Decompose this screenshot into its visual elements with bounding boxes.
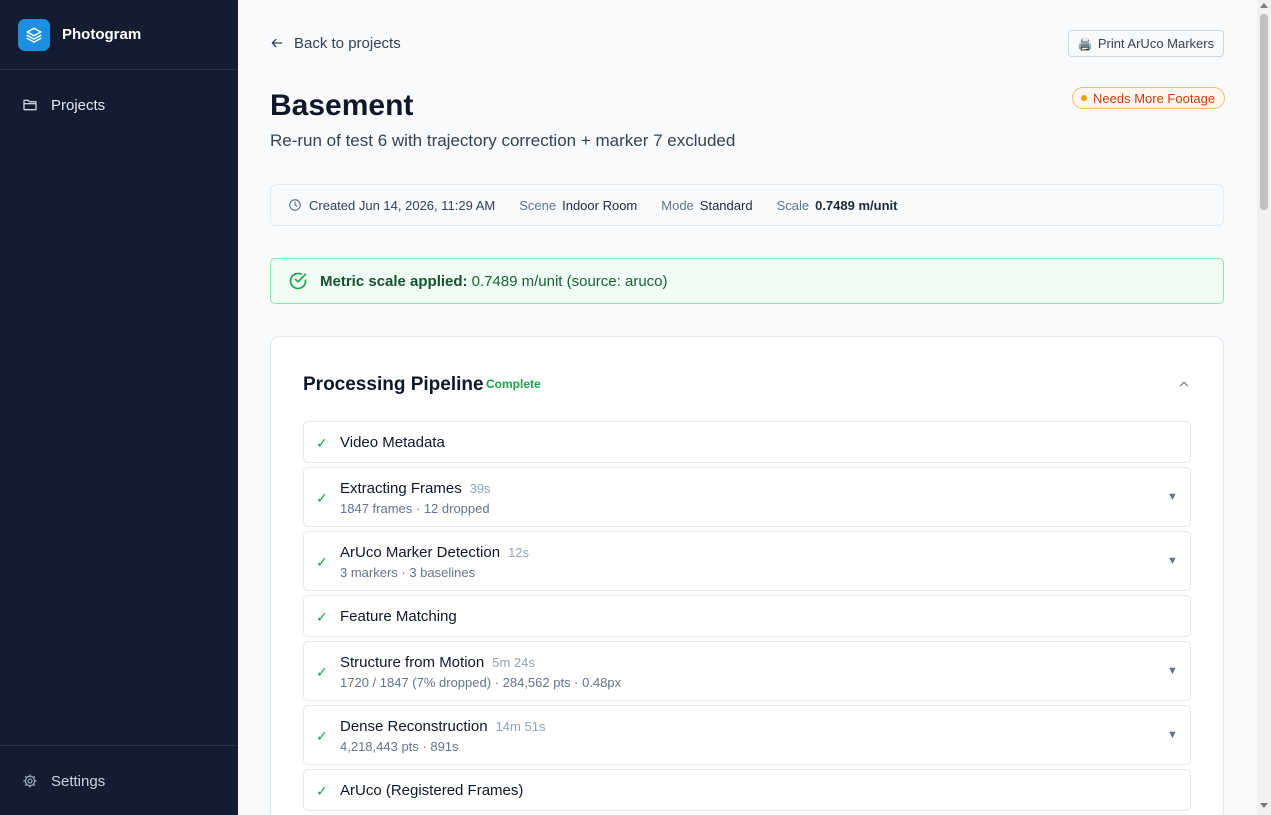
step-duration: 12s	[508, 545, 530, 560]
gear-icon	[23, 774, 37, 788]
status-dot-icon	[1081, 95, 1087, 101]
pipeline-step-feature-matching[interactable]: ✓ Feature Matching	[303, 595, 1191, 637]
brand[interactable]: Photogram	[0, 0, 238, 70]
layers-icon	[18, 18, 50, 51]
pipeline-title: Processing Pipeline	[303, 374, 484, 395]
check-icon: ✓	[316, 664, 328, 680]
step-name: Dense Reconstruction 14m 51s	[340, 718, 546, 735]
chevron-down-icon[interactable]: ▼	[1167, 491, 1178, 503]
chevron-down-icon[interactable]: ▼	[1167, 729, 1178, 741]
print-aruco-markers-button[interactable]: 🖨️ Print ArUco Markers	[1068, 30, 1224, 57]
printer-icon: 🖨️	[1077, 36, 1093, 51]
check-icon: ✓	[316, 728, 328, 744]
step-detail: 1847 frames · 12 dropped	[340, 501, 490, 516]
check-icon: ✓	[316, 554, 328, 570]
processing-pipeline-card: Processing Pipeline Complete ✓ Video Met…	[270, 336, 1224, 815]
sidebar-footer: Settings	[0, 745, 238, 815]
pipeline-step-video-metadata[interactable]: ✓ Video Metadata	[303, 421, 1191, 463]
scroll-thumb[interactable]	[1260, 14, 1268, 210]
pipeline-step-dense-reconstruction[interactable]: ✓ Dense Reconstruction 14m 51s 4,218,443 …	[303, 705, 1191, 765]
scroll-down-icon[interactable]	[1260, 803, 1268, 808]
step-name: Extracting Frames 39s	[340, 480, 491, 497]
step-detail: 3 markers · 3 baselines	[340, 565, 476, 580]
sidebar-item-settings[interactable]: Settings	[0, 764, 238, 798]
back-to-projects-link[interactable]: Back to projects	[270, 33, 401, 53]
meta-scene-value: Indoor Room	[562, 197, 638, 213]
check-icon: ✓	[316, 783, 328, 799]
status-badge-label: Needs More Footage	[1093, 90, 1216, 106]
app-name: Photogram	[62, 26, 142, 43]
back-link-label: Back to projects	[294, 34, 401, 52]
pipeline-step-aruco-registered-frames[interactable]: ✓ ArUco (Registered Frames)	[303, 769, 1191, 811]
clock-icon	[289, 199, 301, 211]
meta-scale-value: 0.7489 m/unit	[815, 197, 898, 213]
check-icon: ✓	[316, 609, 328, 625]
sidebar-item-label: Settings	[51, 772, 106, 790]
pipeline-step-extracting-frames[interactable]: ✓ Extracting Frames 39s 1847 frames · 12 …	[303, 467, 1191, 527]
sidebar: Photogram Projects Settings	[0, 0, 238, 815]
step-detail: 4,218,443 pts · 891s	[340, 739, 459, 754]
page-title: Basement	[270, 89, 414, 122]
step-duration: 39s	[469, 481, 491, 496]
check-icon: ✓	[316, 490, 328, 506]
step-name: Structure from Motion 5m 24s	[340, 654, 535, 671]
scroll-up-icon[interactable]	[1260, 3, 1268, 8]
sidebar-item-label: Projects	[51, 96, 106, 114]
meta-scene-label: Scene	[519, 197, 557, 213]
pipeline-step-structure-from-motion[interactable]: ✓ Structure from Motion 5m 24s 1720 / 184…	[303, 641, 1191, 701]
meta-scale-label: Scale	[776, 197, 810, 213]
scale-banner-text: 0.7489 m/unit (source: aruco)	[471, 272, 668, 290]
sidebar-item-projects[interactable]: Projects	[0, 88, 238, 122]
step-name: ArUco (Registered Frames)	[340, 782, 524, 799]
folder-icon	[23, 99, 37, 111]
chevron-up-icon[interactable]	[1177, 377, 1191, 391]
page-scrollbar[interactable]	[1257, 0, 1271, 815]
meta-mode-value: Standard	[699, 197, 753, 213]
main-content: Back to projects 🖨️ Print ArUco Markers …	[238, 0, 1257, 815]
step-detail: 1720 / 1847 (7% dropped) · 284,562 pts ·…	[340, 675, 622, 690]
step-duration: 14m 51s	[495, 719, 546, 734]
print-button-label: Print ArUco Markers	[1097, 36, 1215, 51]
chevron-down-icon[interactable]: ▼	[1167, 665, 1178, 677]
check-icon: ✓	[316, 435, 328, 451]
chevron-down-icon[interactable]: ▼	[1167, 555, 1178, 567]
check-circle-icon	[289, 272, 307, 290]
scale-banner-label: Metric scale applied:	[320, 272, 468, 290]
metric-scale-banner: Metric scale applied: 0.7489 m/unit (sou…	[270, 258, 1224, 304]
arrow-left-icon	[271, 38, 283, 48]
step-duration: 5m 24s	[492, 655, 535, 670]
pipeline-step-aruco-marker-detection[interactable]: ✓ ArUco Marker Detection 12s 3 markers · …	[303, 531, 1191, 591]
step-name: Feature Matching	[340, 608, 457, 625]
meta-mode-label: Mode	[661, 197, 694, 213]
step-name: ArUco Marker Detection 12s	[340, 544, 530, 561]
pipeline-status: Complete	[486, 377, 541, 391]
project-meta-bar: Created Jun 14, 2026, 11:29 AM Scene Ind…	[270, 184, 1224, 226]
page-subtitle: Re-run of test 6 with trajectory correct…	[270, 131, 736, 150]
step-name: Video Metadata	[340, 434, 445, 451]
status-badge: Needs More Footage	[1072, 87, 1226, 109]
meta-created: Created Jun 14, 2026, 11:29 AM	[309, 197, 496, 213]
